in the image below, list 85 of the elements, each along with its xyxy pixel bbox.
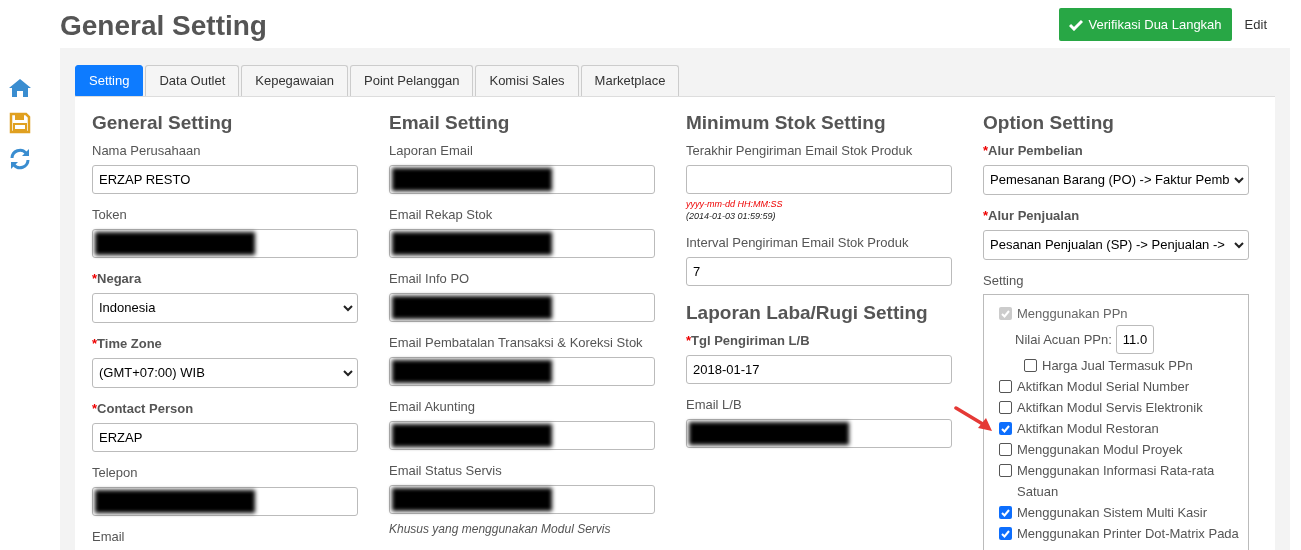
field-label: Time Zone <box>97 336 162 352</box>
tab[interactable]: Marketplace <box>580 65 680 96</box>
required-mark: * <box>983 208 989 224</box>
chevron-icon <box>1234 241 1244 249</box>
checkbox-label: Harga Jual Termasuk PPn <box>1042 357 1193 375</box>
refresh-icon[interactable] <box>9 148 31 170</box>
input-field[interactable]: 2018-01-17 <box>686 355 952 384</box>
input-field[interactable] <box>686 165 952 194</box>
edit-link[interactable]: Edit <box>1244 14 1267 35</box>
field-label: Email <box>92 529 125 545</box>
required-mark: * <box>92 401 98 417</box>
field-label: Email Pembatalan Transaksi & Koreksi Stok <box>389 335 643 351</box>
section-heading: Option Setting <box>983 111 1115 135</box>
required-mark: * <box>92 271 98 287</box>
checkbox-label: Menggunakan Printer Dot-Matrix Pada <box>1017 525 1239 543</box>
input-field[interactable] <box>686 419 952 448</box>
select-field[interactable]: (GMT+07:00) WIB <box>92 358 358 388</box>
field-label: Email Akunting <box>389 399 475 415</box>
section-heading: Laporan Laba/Rugi Setting <box>686 301 929 325</box>
field-label: Alur Pembelian <box>988 143 1083 159</box>
input-field[interactable] <box>389 357 655 386</box>
checkbox-label: Menggunakan Sistem Multi Kasir <box>1017 504 1208 522</box>
field-note: Khusus yang menggunakan Modul Servis <box>389 521 612 538</box>
field-label: Interval Pengiriman Email Stok Produk <box>686 235 909 251</box>
input-field[interactable] <box>389 421 655 450</box>
checkbox[interactable] <box>999 401 1012 414</box>
input-field[interactable] <box>389 165 655 194</box>
checkbox-label: Aktifkan Modul Restoran <box>1017 420 1159 438</box>
required-mark: * <box>686 333 692 349</box>
chevron-icon <box>343 369 353 377</box>
checkbox-label: Aktifkan Modul Serial Number <box>1017 378 1189 396</box>
field-label: Email Status Servis <box>389 463 502 479</box>
required-mark: * <box>983 143 989 159</box>
section-heading: Minimum Stok Setting <box>686 111 887 135</box>
field-label: Contact Person <box>97 401 194 417</box>
chevron-icon <box>343 304 353 312</box>
checkbox[interactable] <box>999 443 1012 456</box>
input-field[interactable] <box>92 229 358 258</box>
home-icon[interactable] <box>8 78 32 98</box>
field-label: Laporan Email <box>389 143 473 159</box>
check-icon <box>1068 18 1083 31</box>
input-field[interactable] <box>389 485 655 514</box>
field-label: Tgl Pengiriman L/B <box>691 333 810 349</box>
select-field[interactable]: Indonesia <box>92 293 358 323</box>
field-label: Setting <box>983 273 1025 289</box>
checkbox-label: Menggunakan PPn <box>1017 305 1128 323</box>
tab[interactable]: Point Pelanggan <box>350 65 474 96</box>
input-field[interactable] <box>92 487 358 516</box>
checkbox[interactable] <box>999 506 1012 519</box>
input-field[interactable]: ERZAP RESTO <box>92 165 358 194</box>
select-field[interactable]: Pemesanan Barang (PO) -> Faktur Pemb <box>983 165 1249 195</box>
input-field[interactable] <box>389 229 655 258</box>
page-title: General Setting <box>60 9 267 43</box>
field-label: Token <box>92 207 127 223</box>
input-field[interactable]: ERZAP <box>92 423 358 452</box>
checkbox-label: Aktifkan Modul Servis Elektronik <box>1017 399 1203 417</box>
field-label: Alur Penjualan <box>988 208 1080 224</box>
tab[interactable]: Data Outlet <box>145 65 240 96</box>
field-label: Nilai Acuan PPn: <box>1015 331 1112 349</box>
field-label: Terakhir Pengiriman Email Stok Produk <box>686 143 913 159</box>
checkbox[interactable] <box>999 380 1012 393</box>
required-mark: * <box>92 336 98 352</box>
field-label: Telepon <box>92 465 138 481</box>
example-hint: (2014-01-03 01:59:59) <box>686 210 777 222</box>
select-field[interactable]: Pesanan Penjualan (SP) -> Penjualan -> <box>983 230 1249 260</box>
checkbox[interactable] <box>999 464 1012 477</box>
chevron-icon <box>1234 176 1244 184</box>
field-label: Email Rekap Stok <box>389 207 493 223</box>
checkbox-label: Menggunakan Modul Proyek <box>1017 441 1183 459</box>
field-label: Email L/B <box>686 397 742 413</box>
tab[interactable]: Komisi Sales <box>475 65 579 96</box>
checkbox-label: Menggunakan Informasi Rata-rata Satuan <box>1017 462 1216 501</box>
field-label: Email Info PO <box>389 271 470 287</box>
checkbox[interactable] <box>999 527 1012 540</box>
checkbox[interactable] <box>999 422 1012 435</box>
annotation-arrow <box>954 406 994 434</box>
tab[interactable]: Kepegawaian <box>241 65 349 96</box>
section-heading: Email Setting <box>389 111 511 135</box>
tab[interactable]: Setting <box>75 65 144 96</box>
input-field[interactable] <box>389 293 655 322</box>
input-field[interactable]: 7 <box>686 257 952 286</box>
section-heading: General Setting <box>92 111 234 135</box>
format-hint: yyyy-mm-dd HH:MM:SS <box>686 198 784 210</box>
field-label: Nama Perusahaan <box>92 143 201 159</box>
field-label: Negara <box>97 271 142 287</box>
